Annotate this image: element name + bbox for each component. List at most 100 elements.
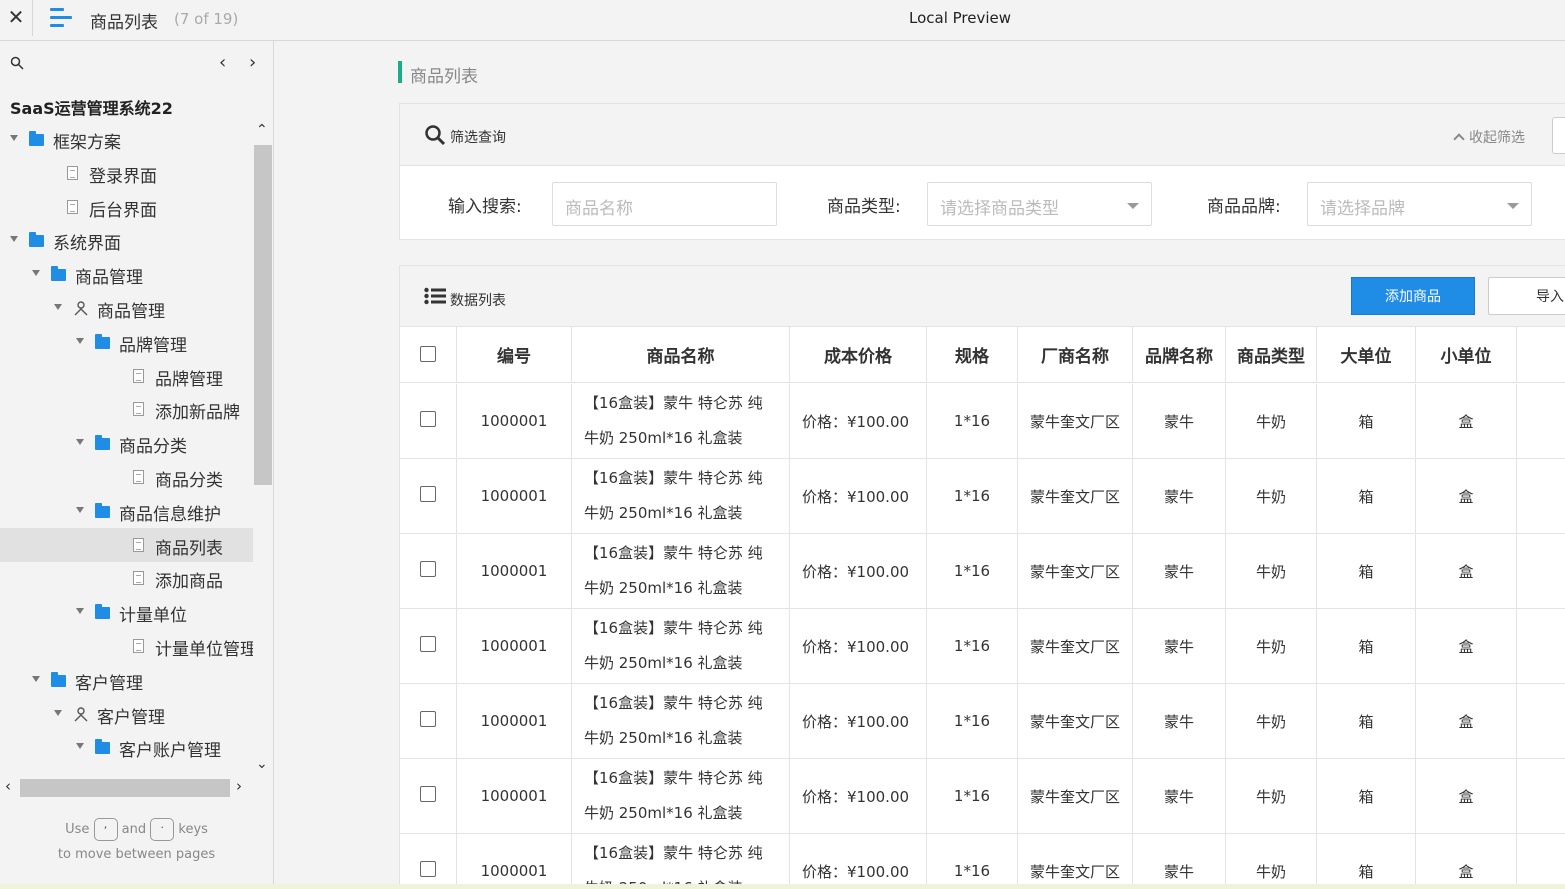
tree-item-page[interactable]: 后台界面 xyxy=(0,190,253,224)
expand-arrow-icon[interactable] xyxy=(76,608,84,615)
tree-item-folder[interactable]: 品牌管理 xyxy=(0,325,253,359)
scroll-left-icon[interactable]: ‹ xyxy=(5,777,11,795)
table-cell: 【16盒装】蒙牛 特仑苏 纯牛奶 250ml*16 礼盒装 xyxy=(572,384,790,458)
query-button[interactable] xyxy=(1552,117,1565,154)
tree-item-label: 后台界面 xyxy=(89,200,157,221)
row-checkbox[interactable] xyxy=(420,711,436,727)
add-product-button[interactable]: 添加商品 xyxy=(1351,277,1475,315)
expand-arrow-icon[interactable] xyxy=(54,304,62,310)
tree-item-group[interactable]: 商品管理 xyxy=(0,291,253,325)
scrollbar-thumb[interactable] xyxy=(20,779,230,797)
column-header[interactable]: 成本价格 xyxy=(790,327,927,382)
row-checkbox[interactable] xyxy=(420,486,436,502)
tree-item-folder[interactable]: 商品信息维护 xyxy=(0,494,253,528)
tree-horizontal-scrollbar[interactable]: ‹ › xyxy=(0,777,253,799)
scroll-up-icon[interactable]: ⌃ xyxy=(256,122,268,138)
tree-item-label: 商品分类 xyxy=(155,471,223,491)
column-header-overflow xyxy=(1517,327,1565,382)
type-select[interactable]: 请选择商品类型 xyxy=(927,182,1152,226)
column-header[interactable]: 品牌名称 xyxy=(1133,327,1226,382)
expand-arrow-icon[interactable] xyxy=(32,270,40,277)
folder-icon xyxy=(95,739,110,755)
expand-arrow-icon[interactable] xyxy=(10,236,18,243)
scrollbar-thumb[interactable] xyxy=(254,145,272,485)
expand-arrow-icon[interactable] xyxy=(76,337,84,344)
tree-item-folder[interactable]: 客户管理 xyxy=(0,663,253,697)
column-header[interactable]: 小单位 xyxy=(1416,327,1517,382)
table-cell: 价格：¥100.00 xyxy=(790,609,927,683)
table-cell: 蒙牛 xyxy=(1133,384,1226,458)
import-button[interactable]: 导入 xyxy=(1488,277,1565,315)
scroll-right-icon[interactable]: › xyxy=(236,777,242,795)
tree-item-page[interactable]: 商品列表 xyxy=(0,527,253,562)
tree-item-folder[interactable]: 商品管理 xyxy=(0,257,253,291)
column-header[interactable]: 规格 xyxy=(927,327,1018,382)
tree-item-page[interactable]: 添加商品 xyxy=(0,561,253,595)
expand-arrow-icon[interactable] xyxy=(32,675,40,682)
table-row[interactable]: 1000001【16盒装】蒙牛 特仑苏 纯牛奶 250ml*16 礼盒装价格：¥… xyxy=(400,384,1565,459)
column-header[interactable]: 编号 xyxy=(457,327,572,382)
row-checkbox[interactable] xyxy=(420,561,436,577)
table-cell: 蒙牛奎文厂区 xyxy=(1018,684,1133,758)
table-cell: 1*16 xyxy=(927,609,1018,683)
table-row[interactable]: 1000001【16盒装】蒙牛 特仑苏 纯牛奶 250ml*16 礼盒装价格：¥… xyxy=(400,759,1565,834)
tree-item-page[interactable]: 添加新品牌 xyxy=(0,392,253,426)
tree-item-page[interactable]: 品牌管理 xyxy=(0,359,253,393)
tree-item-page[interactable]: 计量单位管理 xyxy=(0,629,253,663)
row-checkbox[interactable] xyxy=(420,861,436,877)
chevron-right-icon[interactable]: › xyxy=(249,52,256,73)
table-row[interactable]: 1000001【16盒装】蒙牛 特仑苏 纯牛奶 250ml*16 礼盒装价格：¥… xyxy=(400,609,1565,684)
table-row[interactable]: 1000001【16盒装】蒙牛 特仑苏 纯牛奶 250ml*16 礼盒装价格：¥… xyxy=(400,834,1565,889)
page-icon xyxy=(67,199,78,214)
close-icon[interactable]: ✕ xyxy=(0,0,33,36)
tree-item-group[interactable]: 客户管理 xyxy=(0,697,253,731)
table-cell-overflow xyxy=(1517,834,1565,889)
column-header[interactable]: 厂商名称 xyxy=(1018,327,1133,382)
table-row[interactable]: 1000001【16盒装】蒙牛 特仑苏 纯牛奶 250ml*16 礼盒装价格：¥… xyxy=(400,684,1565,759)
table-cell: 【16盒装】蒙牛 特仑苏 纯牛奶 250ml*16 礼盒装 xyxy=(572,684,790,758)
expand-arrow-icon[interactable] xyxy=(10,135,18,141)
table-cell: 1*16 xyxy=(927,759,1018,833)
table-cell: 价格：¥100.00 xyxy=(790,534,927,608)
row-checkbox[interactable] xyxy=(420,786,436,802)
tree-item-folder[interactable]: 客户账户管理 xyxy=(0,730,253,764)
project-title: SaaS运营管理系统22 xyxy=(10,99,173,118)
tree-item-label: 商品列表 xyxy=(155,538,223,559)
tree-vertical-scrollbar[interactable]: ⌃ ⌄ xyxy=(253,122,273,777)
column-header[interactable]: 大单位 xyxy=(1317,327,1416,382)
brand-select[interactable]: 请选择品牌 xyxy=(1307,182,1532,226)
table-cell: 1*16 xyxy=(927,384,1018,458)
tree-item-folder[interactable]: 计量单位 xyxy=(0,595,253,629)
hamburger-menu-icon[interactable] xyxy=(50,8,74,30)
keyboard-hint: Use , and . keys to move between pages xyxy=(0,817,273,867)
row-checkbox-cell xyxy=(400,834,457,889)
search-icon[interactable] xyxy=(10,56,24,70)
expand-arrow-icon[interactable] xyxy=(76,506,84,513)
tree-item-folder[interactable]: 框架方案 xyxy=(0,122,253,156)
column-header[interactable]: 商品名称 xyxy=(572,327,790,382)
tree-item-folder[interactable]: 商品分类 xyxy=(0,426,253,460)
tree-item-page[interactable]: 商品分类 xyxy=(0,460,253,494)
people-group-icon xyxy=(73,300,89,316)
column-header[interactable]: 商品类型 xyxy=(1226,327,1317,382)
expand-arrow-icon[interactable] xyxy=(54,709,62,716)
tree-item-folder[interactable]: 系统界面 xyxy=(0,223,253,257)
table-cell-overflow xyxy=(1517,609,1565,683)
search-input[interactable]: 商品名称 xyxy=(552,182,777,226)
table-cell: 盒 xyxy=(1416,534,1517,608)
collapse-filter-button[interactable]: 收起筛选 xyxy=(1453,127,1525,147)
tree-item-page[interactable]: 登录界面 xyxy=(0,156,253,190)
page-icon xyxy=(67,165,78,180)
table-cell: 蒙牛 xyxy=(1133,759,1226,833)
select-all-checkbox[interactable] xyxy=(420,346,436,362)
scroll-down-icon[interactable]: ⌄ xyxy=(256,756,268,772)
table-row[interactable]: 1000001【16盒装】蒙牛 特仑苏 纯牛奶 250ml*16 礼盒装价格：¥… xyxy=(400,534,1565,609)
table-cell: 价格：¥100.00 xyxy=(790,459,927,533)
chevron-left-icon[interactable]: ‹ xyxy=(219,52,226,73)
expand-arrow-icon[interactable] xyxy=(76,743,84,750)
table-row[interactable]: 1000001【16盒装】蒙牛 特仑苏 纯牛奶 250ml*16 礼盒装价格：¥… xyxy=(400,459,1565,534)
row-checkbox[interactable] xyxy=(420,636,436,652)
expand-arrow-icon[interactable] xyxy=(76,439,84,446)
row-checkbox[interactable] xyxy=(420,411,436,427)
tree-item-page[interactable]: 客户账户管理 xyxy=(0,764,253,772)
